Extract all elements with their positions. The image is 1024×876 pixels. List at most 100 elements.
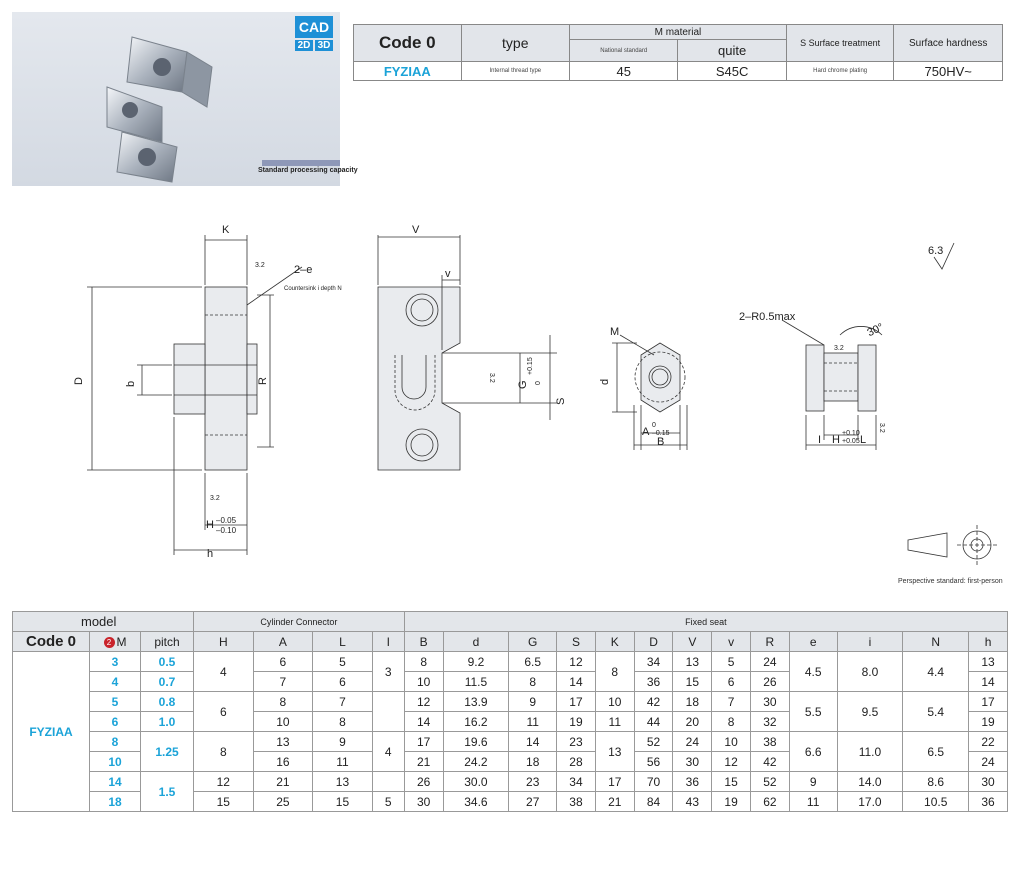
- spec-treatment-header: S Surface treatment: [785, 24, 895, 62]
- dim-G-tol-lo: 0: [535, 381, 542, 385]
- cell-h: 22: [968, 731, 1008, 752]
- cell-D: 36: [633, 671, 674, 692]
- side-view: [87, 235, 303, 555]
- cell-B: 26: [403, 771, 444, 792]
- cell-H: 4: [193, 651, 254, 692]
- cell-d: 30.0: [442, 771, 510, 792]
- col-L: L: [312, 631, 373, 652]
- cell-I: 3: [371, 651, 405, 692]
- cell-S: 12: [556, 651, 596, 672]
- col-h: h: [968, 631, 1008, 652]
- cell-G: 14: [508, 731, 558, 752]
- cell-S: 17: [556, 691, 596, 712]
- cell-M: 4: [89, 671, 141, 692]
- cell-B: 14: [403, 711, 444, 732]
- m-badge: 2: [103, 636, 115, 648]
- cell-M: 5: [89, 691, 141, 712]
- spec-national-value: 45: [568, 61, 679, 81]
- cell-G: 23: [508, 771, 558, 792]
- roughness-32-e: 3.2: [878, 423, 885, 433]
- dim-H-tol-up: –0.05: [216, 516, 237, 525]
- cell-V: 18: [672, 691, 713, 712]
- cell-R: 42: [750, 751, 790, 772]
- cell-N: 4.4: [902, 651, 970, 692]
- cell-d: 16.2: [442, 711, 510, 732]
- cell-v: 5: [711, 651, 751, 672]
- cell-i: 11.0: [836, 731, 904, 772]
- dim-H2-tol-up: +0.10: [842, 430, 860, 437]
- dim-B: B: [657, 436, 664, 448]
- dimension-table: model Cylinder Connector Fixed seat Code…: [12, 611, 1009, 812]
- table-row: 14 1.5 12 21 13 26 30.0 23 34 17 70 36 1…: [13, 771, 1008, 812]
- cell-pitch: 1.25: [140, 731, 194, 772]
- cell-pitch: 0.5: [140, 651, 194, 672]
- cell-h: 19: [968, 711, 1008, 732]
- col-S: S: [556, 631, 596, 652]
- model-header: model: [12, 611, 194, 632]
- cell-D: 44: [633, 711, 674, 732]
- cell-V: 13: [672, 651, 713, 672]
- cell-e: 5.5: [788, 691, 838, 732]
- dim-2e: 2–e: [294, 264, 312, 276]
- cell-S: 19: [556, 711, 596, 732]
- cell-i: 17.0: [836, 791, 904, 812]
- cell-R: 62: [750, 791, 790, 812]
- cell-e: 9: [788, 771, 838, 792]
- col-i: i: [836, 631, 904, 652]
- table-row: 8 1.25 8 13 9 4 17 19.6 14 23 13 52 24 1…: [13, 731, 1008, 772]
- cell-K: 21: [594, 791, 635, 812]
- cell-R: 24: [750, 651, 790, 672]
- spec-material-header: M material: [569, 23, 787, 41]
- dim-S: S: [555, 398, 567, 405]
- cad-3d-label[interactable]: 3D: [315, 40, 333, 51]
- spec-type-value: Internal thread type: [460, 61, 571, 81]
- cell-R: 26: [750, 671, 790, 692]
- dim-H: H: [206, 519, 214, 531]
- spec-national-header: National standard: [568, 39, 679, 62]
- cell-L: 8: [312, 711, 373, 732]
- cylinder-connector-header: Cylinder Connector: [193, 611, 405, 632]
- code-value: FYZIAA: [12, 651, 90, 812]
- cell-G: 18: [508, 751, 558, 772]
- cell-e: 4.5: [788, 651, 838, 692]
- cell-G: 27: [508, 791, 558, 812]
- cell-i: 8.0: [836, 651, 904, 692]
- cell-N: 8.6: [902, 771, 970, 792]
- cell-S: 28: [556, 751, 596, 772]
- cell-B: 17: [403, 731, 444, 752]
- col-R: R: [750, 631, 790, 652]
- cell-M: 10: [89, 751, 141, 772]
- cell-G: 11: [508, 711, 558, 732]
- dim-A-tol-up: 0: [652, 422, 656, 429]
- cell-M: 14: [89, 771, 141, 792]
- fixed-seat-header: Fixed seat: [403, 611, 1009, 632]
- col-H: H: [193, 631, 254, 652]
- cell-pitch: 1.0: [140, 711, 194, 732]
- cell-B: 12: [403, 691, 444, 712]
- cell-H: 6: [193, 691, 254, 732]
- cell-A: 16: [252, 751, 314, 772]
- cad-2d-label[interactable]: 2D: [295, 40, 313, 51]
- cell-v: 8: [711, 711, 751, 732]
- cell-i: 9.5: [836, 691, 904, 732]
- product-photo: [12, 12, 340, 186]
- dim-L: L: [860, 434, 866, 446]
- dim-H2: H: [832, 434, 840, 446]
- spec-hardness-header: Surface hardness: [893, 24, 1003, 62]
- cell-D: 42: [633, 691, 674, 712]
- cell-A: 10: [252, 711, 314, 732]
- cell-H: 12: [193, 771, 254, 792]
- cell-d: 13.9: [442, 691, 510, 712]
- cell-pitch: 1.5: [140, 771, 194, 812]
- cell-B: 21: [403, 751, 444, 772]
- col-I: I: [371, 631, 405, 652]
- cell-H: 8: [193, 731, 254, 772]
- dim-G-tol-up: +0.15: [527, 357, 534, 375]
- cell-I: [371, 691, 405, 732]
- dim-r05: 2–R0.5max: [739, 311, 796, 323]
- dim-H2-tol-lo: +0.05: [842, 438, 860, 445]
- cad-badge[interactable]: CAD 2D 3D: [295, 16, 333, 56]
- photo-caption: Standard processing capacity: [258, 167, 358, 174]
- cell-V: 43: [672, 791, 713, 812]
- roughness-32-a: 3.2: [255, 262, 265, 269]
